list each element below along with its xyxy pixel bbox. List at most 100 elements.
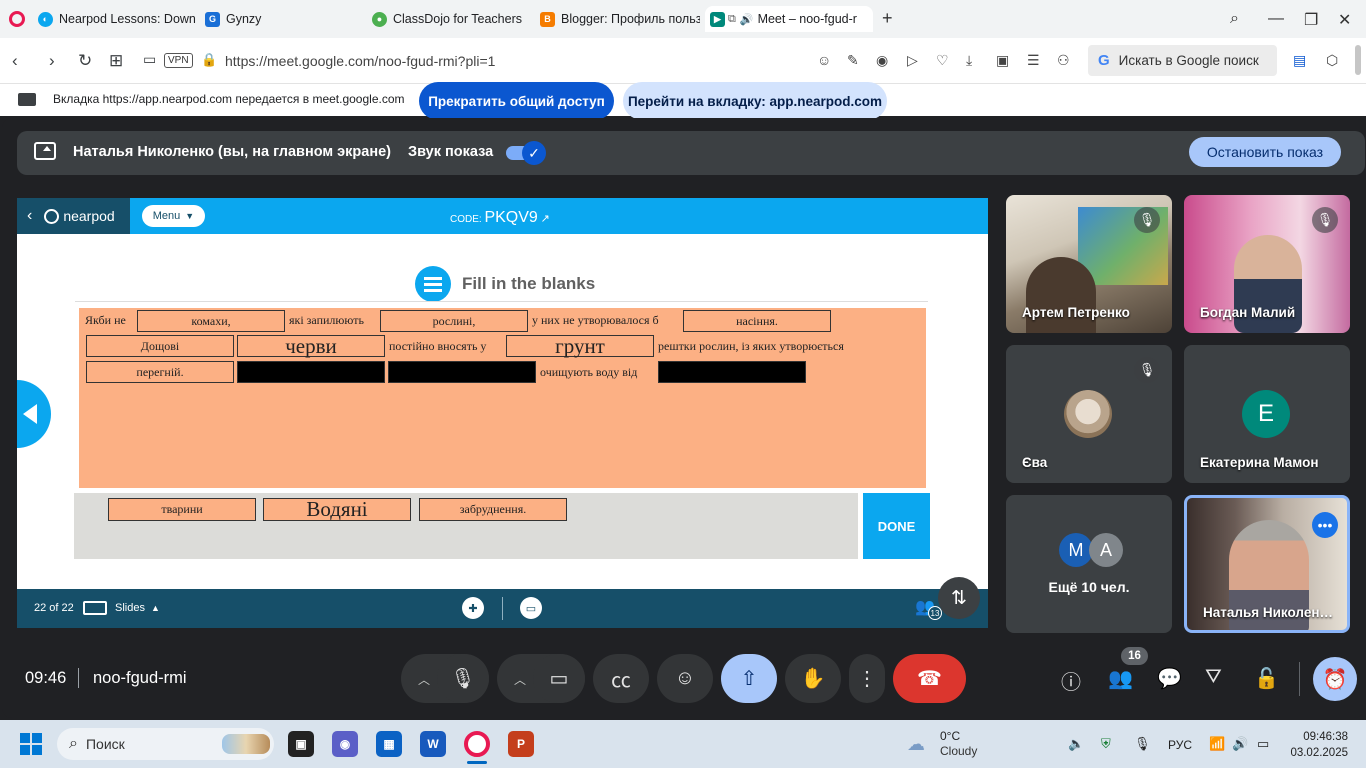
- tab-blogger[interactable]: B Blogger: Профиль польз: [540, 6, 700, 32]
- word-chip[interactable]: Водяні: [263, 497, 411, 521]
- previous-slide-button[interactable]: [17, 380, 51, 448]
- meet-chat-app-icon[interactable]: ◉: [332, 731, 358, 757]
- nearpod-logo[interactable]: ‹ nearpod: [17, 198, 130, 234]
- swap-layout-button[interactable]: ⇅: [938, 577, 980, 619]
- edit-icon[interactable]: ✎: [847, 52, 859, 69]
- tab-audio-icon[interactable]: 🔊: [740, 13, 754, 26]
- chevron-up-icon[interactable]: ︿: [514, 671, 526, 688]
- puzzle-icon[interactable]: ✚: [462, 597, 484, 619]
- participant-tile[interactable]: 🎙 Артем Петренко: [1006, 195, 1172, 333]
- speed-dial-icon[interactable]: ⊞: [109, 51, 123, 71]
- download-icon[interactable]: ⤓: [966, 52, 972, 69]
- extensions-icon[interactable]: ⬡: [1326, 52, 1338, 69]
- word-app-icon[interactable]: W: [420, 731, 446, 757]
- speaker-muted-icon[interactable]: 🔈: [1068, 736, 1084, 752]
- microphone-button[interactable]: 🎙: [437, 654, 489, 703]
- participant-tile[interactable]: 🎙 Єва: [1006, 345, 1172, 483]
- forward-icon[interactable]: ›: [49, 51, 55, 71]
- raise-hand-button[interactable]: ✋: [785, 654, 841, 703]
- slides-toggle[interactable]: Slides ▲: [115, 602, 160, 614]
- wifi-icon[interactable]: 📶: [1209, 736, 1225, 752]
- people-icon[interactable]: 👥: [1108, 666, 1133, 691]
- chevron-up-icon[interactable]: ︿: [418, 671, 430, 688]
- empty-blank[interactable]: [237, 361, 385, 383]
- opera-logo-icon[interactable]: [9, 11, 25, 27]
- presentation-sound-toggle[interactable]: ✓: [506, 141, 546, 165]
- blank-answer[interactable]: комахи,: [137, 310, 285, 332]
- profile-icon[interactable]: ⚇: [1057, 52, 1070, 69]
- language-indicator[interactable]: РУС: [1168, 738, 1192, 752]
- security-icon[interactable]: ⛨: [1101, 736, 1111, 752]
- tab-meet[interactable]: ▶ ⧉ 🔊 Meet – noo-fgud-r: [705, 6, 873, 32]
- session-code[interactable]: CODE: PKQV9 ↗: [450, 209, 550, 227]
- easy-setup-icon[interactable]: ☰: [1027, 52, 1040, 69]
- restore-icon[interactable]: ❐: [1304, 10, 1318, 30]
- meeting-info-icon[interactable]: ⓘ: [1061, 666, 1081, 695]
- heart-icon[interactable]: ♡: [936, 52, 949, 69]
- chat-icon[interactable]: 💬: [1157, 666, 1182, 691]
- back-chevron-icon[interactable]: ‹: [27, 207, 32, 225]
- lock-icon[interactable]: 🔒: [201, 52, 217, 68]
- tab-gynzy[interactable]: G Gynzy: [205, 6, 360, 32]
- more-participants-tile[interactable]: М А Ещё 10 чел.: [1006, 495, 1172, 633]
- back-icon[interactable]: ‹: [12, 51, 18, 71]
- blank-answer[interactable]: черви: [237, 334, 385, 358]
- blank-answer[interactable]: перегній.: [86, 361, 234, 383]
- tab-nearpod[interactable]: ◐ Nearpod Lessons: Downlo: [38, 6, 196, 32]
- host-controls-icon[interactable]: 🔓: [1254, 666, 1279, 691]
- blank-answer[interactable]: Дощові: [86, 335, 234, 357]
- emoji-reactions-button[interactable]: ☺: [657, 654, 713, 703]
- participant-tile[interactable]: 🎙 Богдан Малий: [1184, 195, 1350, 333]
- mic-tray-icon[interactable]: 🎙: [1134, 736, 1151, 752]
- taskbar-clock[interactable]: 09:46:38 03.02.2025: [1286, 729, 1348, 761]
- url-field[interactable]: https://meet.google.com/noo-fgud-rmi?pli…: [225, 53, 495, 69]
- vpn-badge[interactable]: VPN: [164, 53, 193, 68]
- task-view-icon[interactable]: ▣: [288, 731, 314, 757]
- camera-icon[interactable]: ▭: [143, 51, 156, 68]
- camera-button[interactable]: ▭: [533, 654, 585, 703]
- word-chip[interactable]: тварини: [108, 498, 256, 521]
- powerpoint-app-icon[interactable]: P: [508, 731, 534, 757]
- more-options-button[interactable]: ⋮: [849, 654, 885, 703]
- cast-icon[interactable]: ▣: [996, 52, 1009, 69]
- participant-tile[interactable]: Е Екатерина Мамон: [1184, 345, 1350, 483]
- stop-sharing-button[interactable]: Прекратить общий доступ: [419, 82, 614, 120]
- player-icon[interactable]: ▷: [907, 52, 918, 69]
- leave-call-button[interactable]: ☎: [893, 654, 966, 703]
- snapshot-icon[interactable]: ◉: [876, 52, 888, 69]
- stop-presenting-button[interactable]: Остановить показ: [1189, 137, 1341, 167]
- sidebar-icon[interactable]: ▤: [1293, 52, 1306, 69]
- bookmark-icon[interactable]: ▭: [520, 597, 542, 619]
- tab-classdojo[interactable]: ● ClassDojo for Teachers: [372, 6, 530, 32]
- timer-icon[interactable]: ⏰: [1313, 657, 1357, 701]
- empty-blank[interactable]: [388, 361, 536, 383]
- present-button[interactable]: ⇧: [721, 654, 777, 703]
- blank-answer[interactable]: грунт: [506, 334, 654, 358]
- windows-start-icon[interactable]: [20, 733, 42, 755]
- emoji-icon[interactable]: ☺: [817, 52, 831, 68]
- google-search-field[interactable]: G Искать в Google поиск: [1088, 45, 1277, 76]
- more-options-icon[interactable]: •••: [1312, 512, 1338, 538]
- close-icon[interactable]: ✕: [1338, 10, 1351, 30]
- word-chip[interactable]: забруднення.: [419, 498, 567, 521]
- captions-button[interactable]: ㏄: [593, 654, 649, 703]
- scrollbar[interactable]: [1355, 45, 1361, 75]
- participant-tile-self[interactable]: ••• Наталья Николен…: [1184, 495, 1350, 633]
- blank-answer[interactable]: насіння.: [683, 310, 831, 332]
- minimize-icon[interactable]: —: [1268, 10, 1284, 28]
- slides-icon[interactable]: [83, 601, 107, 615]
- go-to-tab-button[interactable]: Перейти на вкладку: app.nearpod.com: [623, 82, 887, 120]
- volume-icon[interactable]: 🔊: [1232, 736, 1248, 752]
- activities-icon[interactable]: ⛛: [1205, 666, 1222, 689]
- search-tabs-icon[interactable]: ⌕: [1230, 10, 1239, 28]
- done-button[interactable]: DONE: [863, 493, 930, 559]
- empty-blank[interactable]: [658, 361, 806, 383]
- reload-icon[interactable]: ↻: [78, 51, 92, 71]
- taskbar-search[interactable]: ⌕ Поиск: [57, 728, 274, 760]
- new-tab-icon[interactable]: +: [882, 8, 893, 29]
- battery-icon[interactable]: ▭: [1257, 736, 1269, 752]
- store-app-icon[interactable]: ▦: [376, 731, 402, 757]
- blank-answer[interactable]: рослині,: [380, 310, 528, 332]
- opera-app-icon[interactable]: [464, 731, 490, 757]
- nearpod-menu-button[interactable]: Menu ▼: [142, 205, 205, 227]
